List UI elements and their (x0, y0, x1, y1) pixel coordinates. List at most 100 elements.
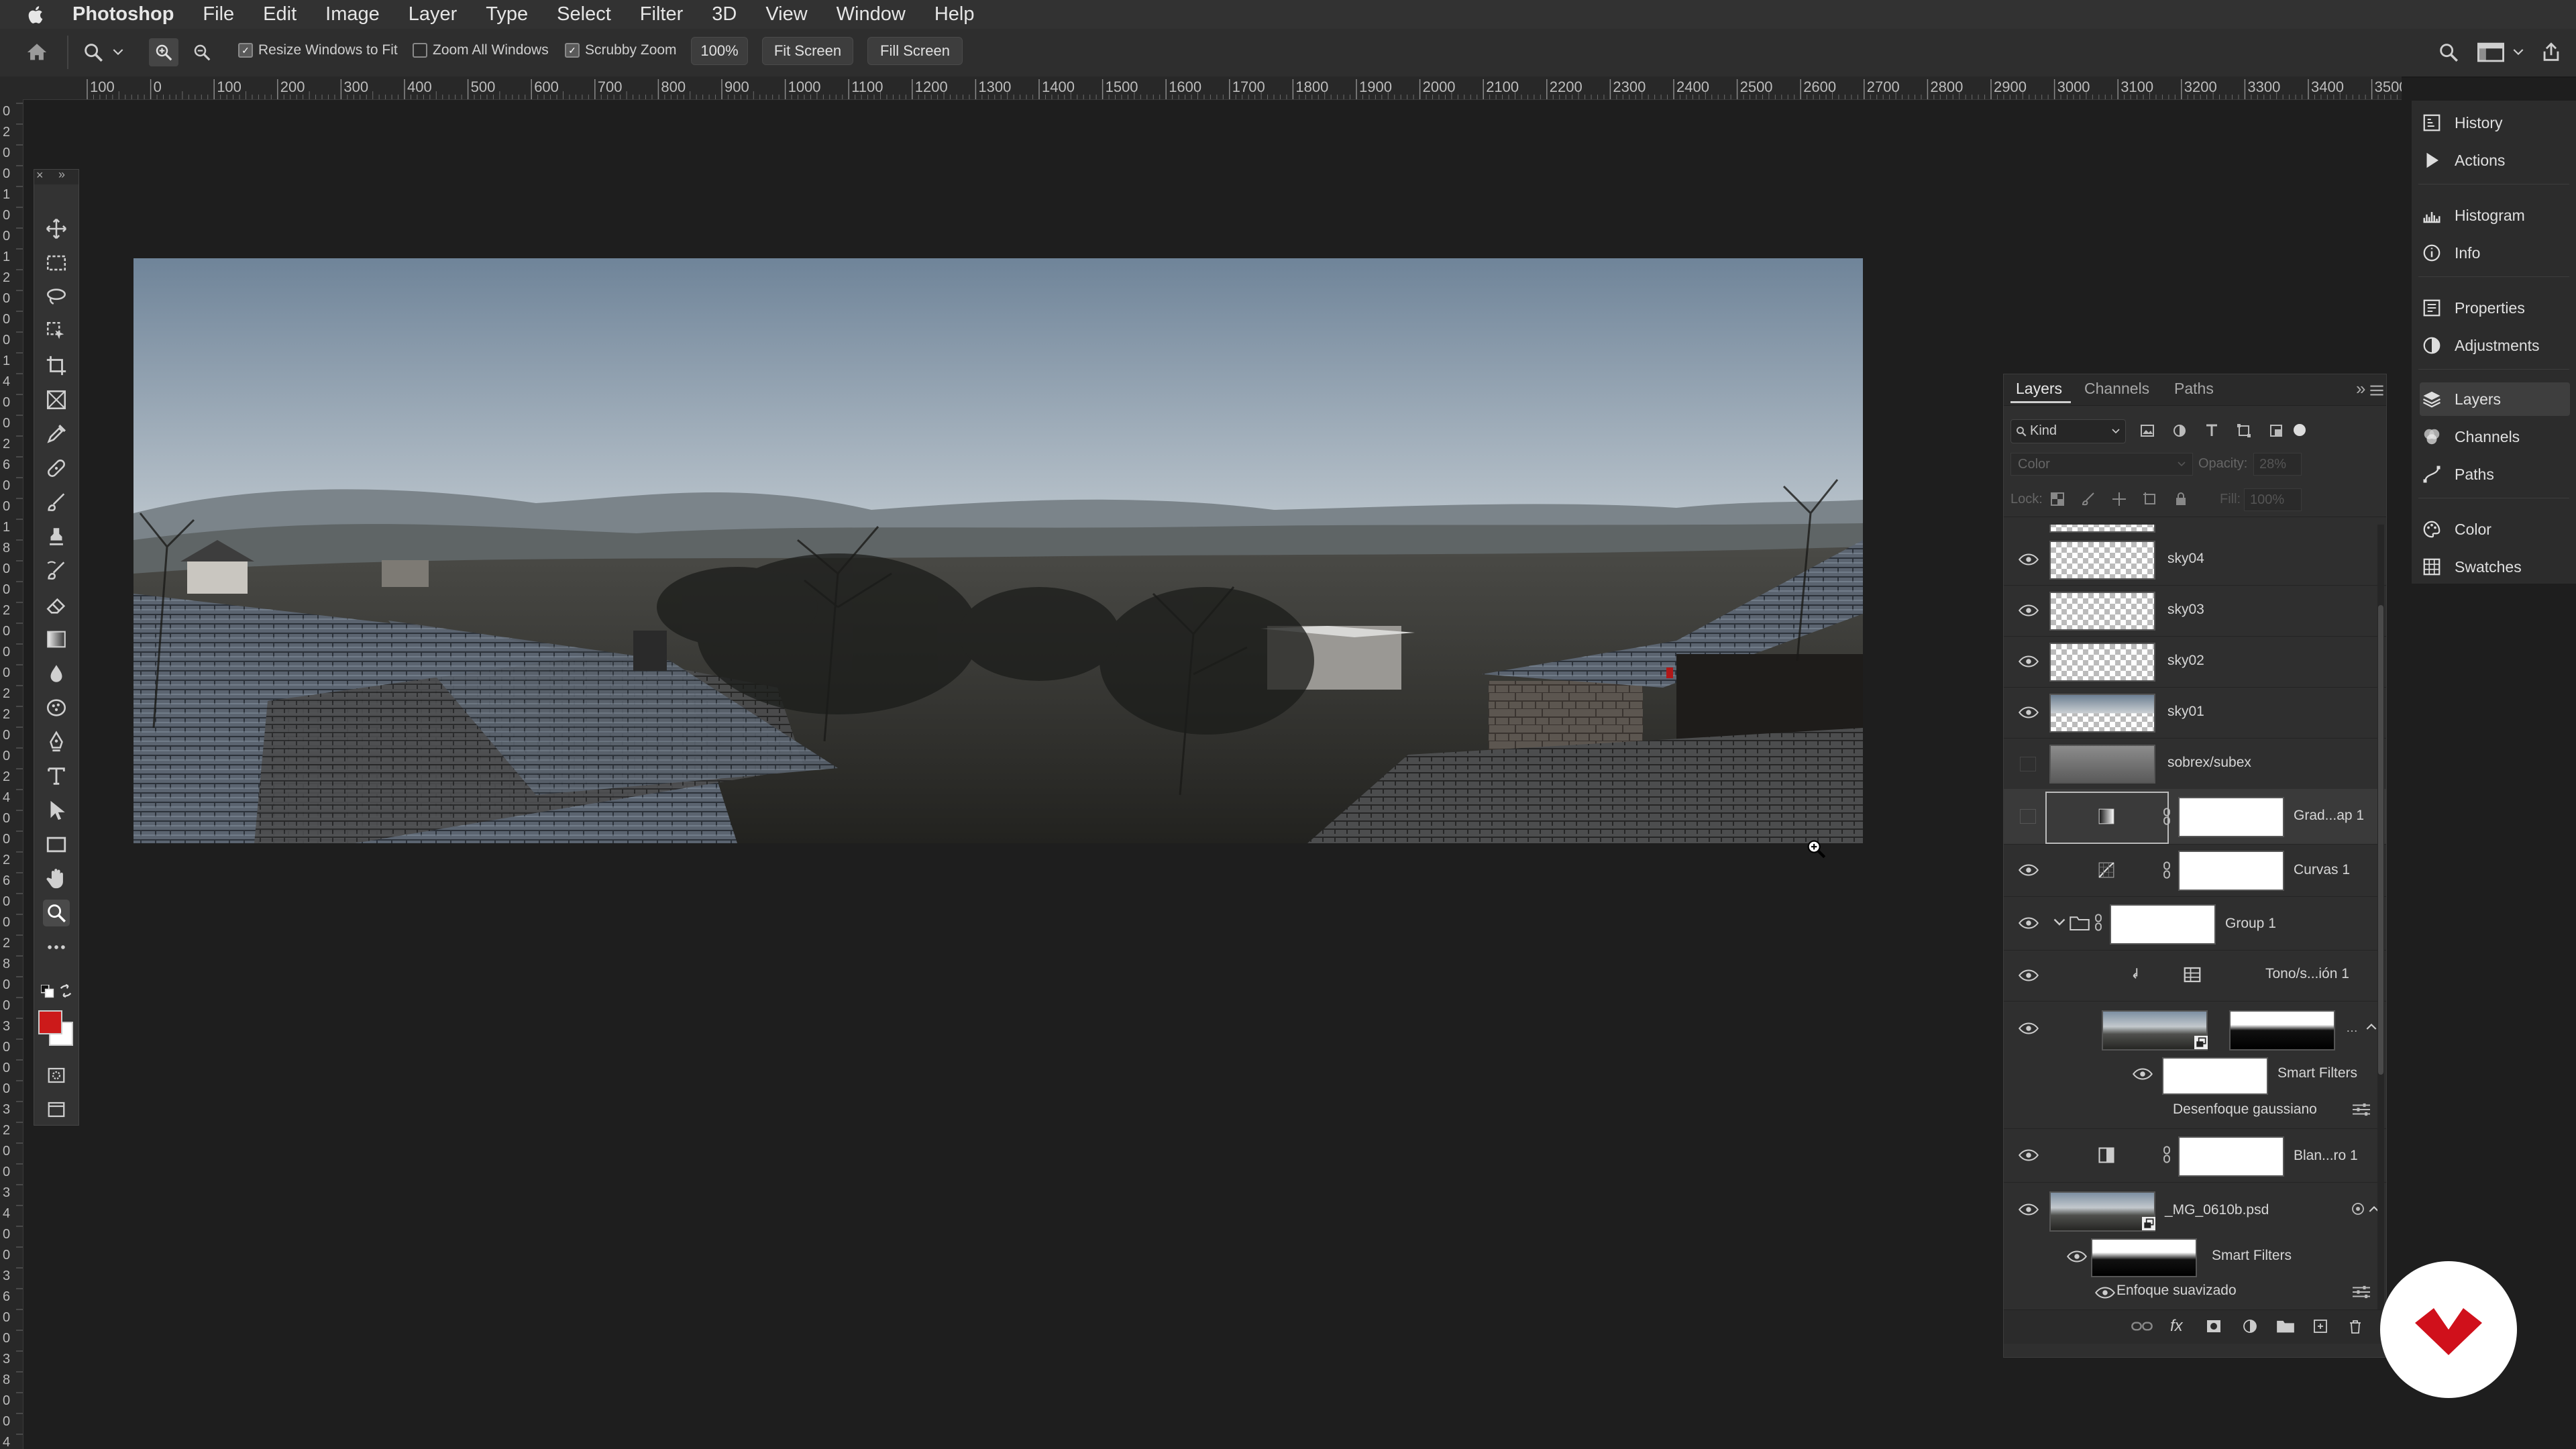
eye-icon[interactable] (2133, 1068, 2153, 1080)
link-icon[interactable] (2162, 861, 2171, 879)
layer-row[interactable]: Curvas 1 (2004, 844, 2386, 897)
swap-colors-icon[interactable] (58, 983, 73, 998)
close-icon[interactable]: × (36, 168, 44, 182)
blend-mode-select[interactable]: Color (2010, 453, 2193, 476)
clone-stamp-tool[interactable] (43, 523, 70, 550)
tools-panel-header[interactable]: × » (34, 168, 78, 184)
smart-filters-row[interactable]: Smart Filters (2004, 1056, 2386, 1095)
chevron-down-icon[interactable] (2053, 918, 2065, 927)
zoom-tool-preset-icon[interactable] (82, 41, 105, 64)
filter-effect-row[interactable]: Desenfoque gaussiano (2004, 1093, 2386, 1129)
fx-icon[interactable]: fx (2170, 1317, 2183, 1336)
smart-object-row[interactable]: … (2004, 1001, 2386, 1056)
layer-row[interactable]: sky04 (2004, 534, 2386, 586)
foreground-color-swatch[interactable] (38, 1010, 62, 1034)
screen-mode-button[interactable] (43, 1096, 70, 1123)
link-icon[interactable] (2094, 914, 2103, 931)
lock-pixels-icon[interactable] (2080, 491, 2096, 507)
menu-window[interactable]: Window (837, 3, 906, 25)
fit-screen-button[interactable]: Fit Screen (762, 37, 853, 65)
history-brush-tool[interactable] (43, 557, 70, 584)
lock-transparency-icon[interactable] (2049, 491, 2065, 507)
zoom-percent-field[interactable]: 100% (691, 37, 748, 65)
trash-icon[interactable] (2347, 1318, 2363, 1336)
link-icon[interactable] (2162, 1146, 2171, 1163)
filter-pixel-icon[interactable] (2139, 423, 2155, 439)
path-selection-tool[interactable] (43, 797, 70, 824)
brush-tool[interactable] (43, 489, 70, 516)
lock-artboard-icon[interactable] (2142, 491, 2158, 507)
apple-icon[interactable] (27, 5, 46, 25)
filter-options-icon[interactable] (2353, 1285, 2370, 1299)
layer-row[interactable]: Blan...ro 1 (2004, 1128, 2386, 1183)
menu-view[interactable]: View (765, 3, 807, 25)
dock-item-info[interactable]: Info (2420, 236, 2570, 270)
menu-app-photoshop[interactable]: Photoshop (72, 3, 174, 25)
edit-toolbar-button[interactable] (43, 934, 70, 961)
opacity-field[interactable]: 28% (2253, 453, 2302, 476)
menu-image[interactable]: Image (325, 3, 380, 25)
filter-toggle-icon[interactable] (2294, 424, 2306, 436)
group-row[interactable]: Group 1 (2004, 896, 2386, 951)
resize-windows-checkbox[interactable]: ✓ Resize Windows to Fit (238, 42, 398, 58)
dock-item-paths[interactable]: Paths (2420, 458, 2570, 491)
link-layers-icon[interactable] (2131, 1320, 2153, 1333)
eye-icon[interactable] (2019, 706, 2039, 718)
dock-item-layers[interactable]: Layers (2420, 382, 2570, 416)
zoom-all-windows-checkbox[interactable]: Zoom All Windows (413, 42, 549, 58)
pen-tool[interactable] (43, 729, 70, 755)
filter-kind-select[interactable]: Kind (2010, 419, 2126, 443)
blur-tool[interactable] (43, 660, 70, 687)
tab-paths[interactable]: Paths (2174, 380, 2214, 398)
chevron-up-icon[interactable] (2366, 1022, 2377, 1030)
dock-item-actions[interactable]: Actions (2420, 144, 2570, 177)
tab-layers[interactable]: Layers (2016, 380, 2062, 398)
adjustment-layer-icon[interactable] (2241, 1318, 2259, 1334)
search-icon[interactable] (2437, 41, 2460, 64)
menu-file[interactable]: File (203, 3, 234, 25)
filter-options-icon[interactable] (2353, 1103, 2370, 1116)
collapse-panel-icon[interactable]: » (2356, 378, 2365, 399)
move-tool[interactable] (43, 215, 70, 242)
dock-item-adjustments[interactable]: Adjustments (2420, 329, 2570, 362)
quick-mask-button[interactable] (43, 1062, 70, 1089)
menu-type[interactable]: Type (486, 3, 528, 25)
menu-help[interactable]: Help (934, 3, 975, 25)
zoom-tool[interactable] (43, 900, 70, 926)
dodge-tool[interactable] (43, 694, 70, 721)
hand-tool[interactable] (43, 865, 70, 892)
new-layer-icon[interactable] (2312, 1318, 2328, 1334)
eye-icon[interactable] (2019, 864, 2039, 876)
layer-row[interactable]: Tono/s...ión 1 (2004, 950, 2386, 1002)
layer-row[interactable]: sky03 (2004, 585, 2386, 637)
eye-icon[interactable] (2019, 553, 2039, 566)
layer-row[interactable]: sky01 (2004, 687, 2386, 739)
collapse-icon[interactable]: » (58, 168, 65, 182)
crop-tool[interactable] (43, 352, 70, 379)
visibility-off-box[interactable] (2020, 757, 2036, 771)
share-icon[interactable] (2540, 41, 2563, 64)
dock-item-color[interactable]: Color (2420, 513, 2570, 546)
menu-edit[interactable]: Edit (263, 3, 297, 25)
menu-layer[interactable]: Layer (409, 3, 458, 25)
dock-item-history[interactable]: History (2420, 106, 2570, 140)
link-icon[interactable] (2162, 808, 2171, 825)
filter-type-icon[interactable] (2204, 423, 2220, 439)
more-icon[interactable]: … (2346, 1021, 2358, 1035)
gradient-tool[interactable] (43, 626, 70, 653)
layers-scrollbar-track[interactable] (2377, 525, 2384, 1309)
eraser-tool[interactable] (43, 592, 70, 619)
visibility-off-box[interactable] (2020, 809, 2036, 824)
dock-item-histogram[interactable]: Histogram (2420, 199, 2570, 232)
dock-item-swatches[interactable]: Swatches (2420, 550, 2570, 584)
rectangle-tool[interactable] (43, 831, 70, 858)
menu-3d[interactable]: 3D (712, 3, 737, 25)
object-selection-tool[interactable] (43, 318, 70, 345)
document-canvas[interactable] (133, 258, 1863, 843)
filter-smart-object-icon[interactable] (2268, 423, 2284, 439)
eye-icon[interactable] (2095, 1287, 2115, 1299)
lock-position-icon[interactable] (2111, 491, 2127, 507)
eye-icon[interactable] (2019, 655, 2039, 667)
dock-item-channels[interactable]: Channels (2420, 420, 2570, 453)
eye-icon[interactable] (2019, 1203, 2039, 1216)
